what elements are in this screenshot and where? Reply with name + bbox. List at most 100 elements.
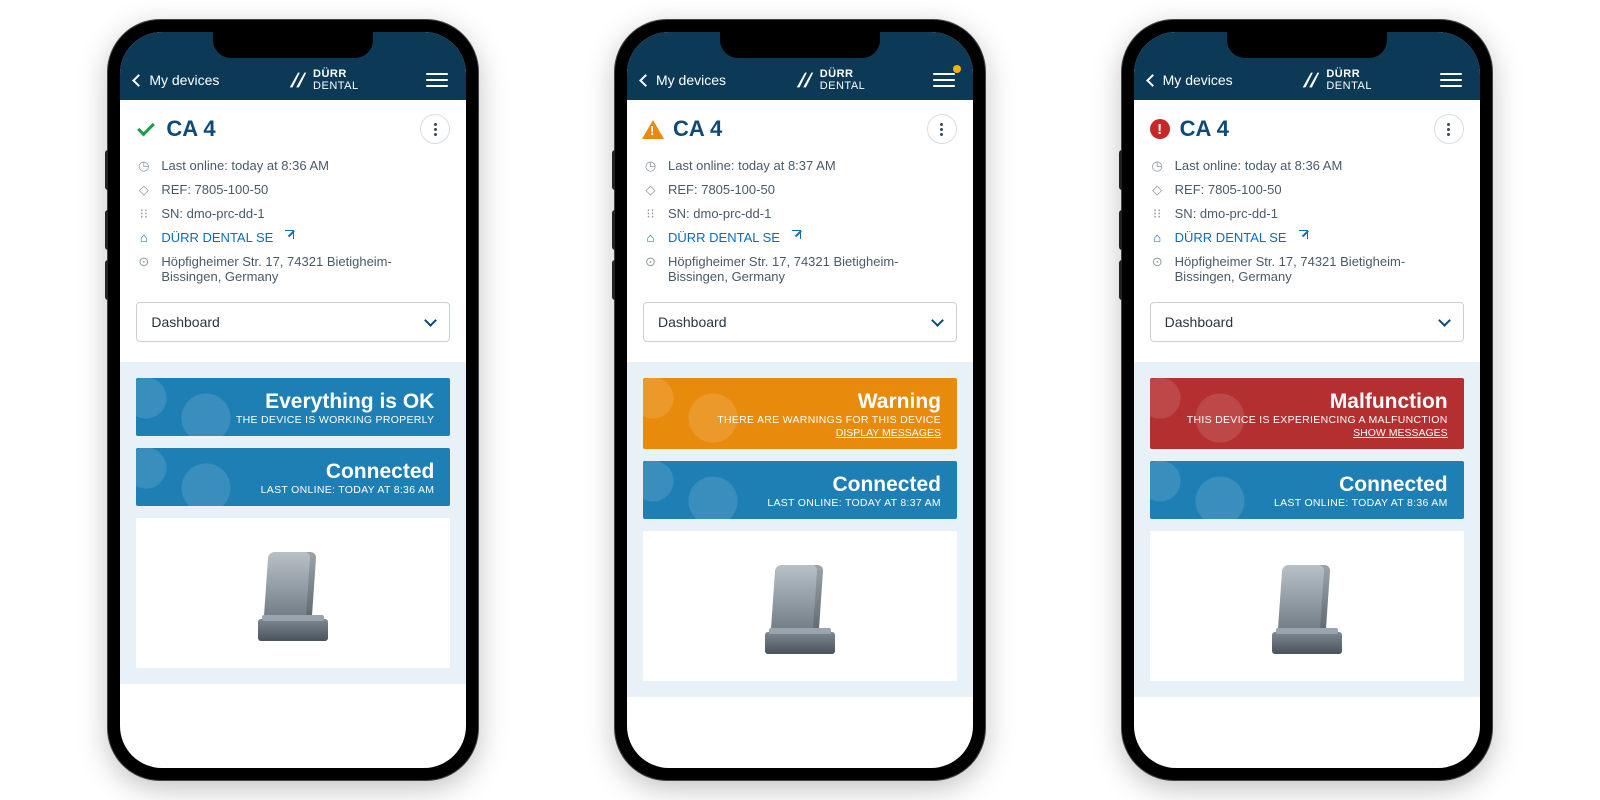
status-card-link[interactable]: DISPLAY MESSAGES (659, 427, 941, 439)
back-label: My devices (149, 72, 219, 88)
screen: My devices DÜRRDENTAL CA 4 ◷ Last online:… (120, 32, 466, 768)
select-value: Dashboard (1165, 314, 1234, 330)
external-link-icon (1299, 230, 1308, 239)
chevron-left-icon (1146, 74, 1159, 87)
ref-value: REF: 7805-100-50 (668, 182, 775, 197)
status-card-title: Everything is OK (152, 390, 434, 413)
brand-mark-icon (794, 69, 816, 91)
chevron-down-icon (424, 314, 437, 327)
connection-card: Connected LAST ONLINE: TODAY AT 8:36 AM (136, 448, 450, 506)
title-row: CA 4 (136, 114, 450, 144)
meta-org-link[interactable]: ⌂DÜRR DENTAL SE (136, 230, 450, 245)
pin-icon: ⊙ (136, 254, 151, 269)
last-online-value: Last online: today at 8:36 AM (161, 158, 329, 173)
product-image-panel (643, 531, 957, 681)
device-meta: ◷ Last online: today at 8:36 AM ◇ REF: 780… (136, 158, 450, 284)
chevron-left-icon (132, 74, 145, 87)
view-select[interactable]: Dashboard (643, 302, 957, 342)
device-image (1272, 559, 1342, 654)
connection-card-title: Connected (659, 473, 941, 496)
sn-value: SN: dmo-prc-dd-1 (1175, 206, 1278, 221)
meta-sn: ⁝⁝ SN: dmo-prc-dd-1 (1150, 206, 1464, 221)
clock-icon: ◷ (1150, 158, 1165, 173)
view-select[interactable]: Dashboard (136, 302, 450, 342)
last-online-value: Last online: today at 8:36 AM (1175, 158, 1343, 173)
barcode-icon: ⁝⁝ (1150, 206, 1165, 221)
product-image-panel (1150, 531, 1464, 681)
status-error-icon: ! (1150, 119, 1170, 139)
device-image (258, 546, 328, 641)
brand-logo: DÜRRDENTAL (794, 68, 866, 92)
back-button[interactable]: My devices (641, 72, 726, 88)
status-ok-icon (136, 119, 156, 139)
barcode-icon: ⁝⁝ (643, 206, 658, 221)
org-name: DÜRR DENTAL SE (161, 230, 273, 245)
external-link-icon (285, 230, 294, 239)
org-name: DÜRR DENTAL SE (668, 230, 780, 245)
title-row: CA 4 (643, 114, 957, 144)
view-select[interactable]: Dashboard (1150, 302, 1464, 342)
org-name: DÜRR DENTAL SE (1175, 230, 1287, 245)
status-card: Malfunction THIS DEVICE IS EXPERIENCING … (1150, 378, 1464, 449)
brand-top: DÜRR (1326, 68, 1372, 80)
tag-icon: ◇ (643, 182, 658, 197)
back-label: My devices (656, 72, 726, 88)
screen: My devices DÜRRDENTAL CA 4 ◷Last online: (627, 32, 973, 768)
external-link-icon (792, 230, 801, 239)
chevron-left-icon (639, 74, 652, 87)
meta-address: ⊙Höpfigheimer Str. 17, 74321 Bietigheim-… (1150, 254, 1464, 284)
device-meta: ◷Last online: today at 8:36 AM ◇REF: 780… (1150, 158, 1464, 284)
connection-card: Connected LAST ONLINE: TODAY AT 8:36 AM (1150, 461, 1464, 519)
brand-logo: DÜRRDENTAL (1300, 68, 1372, 92)
brand-mark-icon (1300, 69, 1322, 91)
status-card-link[interactable]: SHOW MESSAGES (1166, 427, 1448, 439)
status-warning-icon (643, 119, 663, 139)
brand-bottom: DENTAL (820, 80, 866, 92)
meta-sn: ⁝⁝ SN: dmo-prc-dd-1 (136, 206, 450, 221)
menu-button[interactable] (426, 69, 452, 91)
menu-button[interactable] (933, 69, 959, 91)
ref-value: REF: 7805-100-50 (161, 182, 268, 197)
back-button[interactable]: My devices (1148, 72, 1233, 88)
status-card-sub: THIS DEVICE IS EXPERIENCING A MALFUNCTIO… (1166, 414, 1448, 426)
tag-icon: ◇ (136, 182, 151, 197)
status-cards: Warning THERE ARE WARNINGS FOR THIS DEVI… (627, 362, 973, 697)
more-menu-button[interactable] (1434, 114, 1464, 144)
meta-address: ⊙Höpfigheimer Str. 17, 74321 Bietigheim-… (643, 254, 957, 284)
brand-top: DÜRR (820, 68, 866, 80)
status-cards: Malfunction THIS DEVICE IS EXPERIENCING … (1134, 362, 1480, 697)
content-area: ! CA 4 ◷Last online: today at 8:36 AM ◇R… (1134, 100, 1480, 711)
address-value: Höpfigheimer Str. 17, 74321 Bietigheim-B… (668, 254, 957, 284)
connection-card-sub: LAST ONLINE: TODAY AT 8:37 AM (659, 497, 941, 509)
more-menu-button[interactable] (927, 114, 957, 144)
sn-value: SN: dmo-prc-dd-1 (161, 206, 264, 221)
meta-org-link[interactable]: ⌂ DÜRR DENTAL SE (643, 230, 957, 245)
app-header: My devices DÜRRDENTAL (627, 32, 973, 100)
back-button[interactable]: My devices (134, 72, 219, 88)
address-value: Höpfigheimer Str. 17, 74321 Bietigheim-B… (161, 254, 450, 284)
building-icon: ⌂ (643, 230, 658, 245)
brand-top: DÜRR (313, 68, 359, 80)
status-card: Everything is OK THE DEVICE IS WORKING P… (136, 378, 450, 436)
phone-frame: My devices DÜRRDENTAL CA 4 ◷ Last online:… (108, 20, 478, 780)
barcode-icon: ⁝⁝ (136, 206, 151, 221)
back-label: My devices (1163, 72, 1233, 88)
building-icon: ⌂ (1150, 230, 1165, 245)
hamburger-icon (933, 73, 955, 87)
meta-org-link[interactable]: ⌂ DÜRR DENTAL SE (1150, 230, 1464, 245)
status-cards: Everything is OK THE DEVICE IS WORKING P… (120, 362, 466, 684)
meta-last-online: ◷ Last online: today at 8:37 AM (643, 158, 957, 173)
menu-button[interactable] (1440, 69, 1466, 91)
pin-icon: ⊙ (1150, 254, 1165, 269)
clock-icon: ◷ (643, 158, 658, 173)
app-header: My devices DÜRRDENTAL (120, 32, 466, 100)
connection-card-sub: LAST ONLINE: TODAY AT 8:36 AM (1166, 497, 1448, 509)
brand-bottom: DENTAL (313, 80, 359, 92)
select-value: Dashboard (658, 314, 727, 330)
clock-icon: ◷ (136, 158, 151, 173)
last-online-value: Last online: today at 8:37 AM (668, 158, 836, 173)
connection-card-title: Connected (1166, 473, 1448, 496)
tag-icon: ◇ (1150, 182, 1165, 197)
notification-dot-icon (953, 65, 961, 73)
more-menu-button[interactable] (420, 114, 450, 144)
